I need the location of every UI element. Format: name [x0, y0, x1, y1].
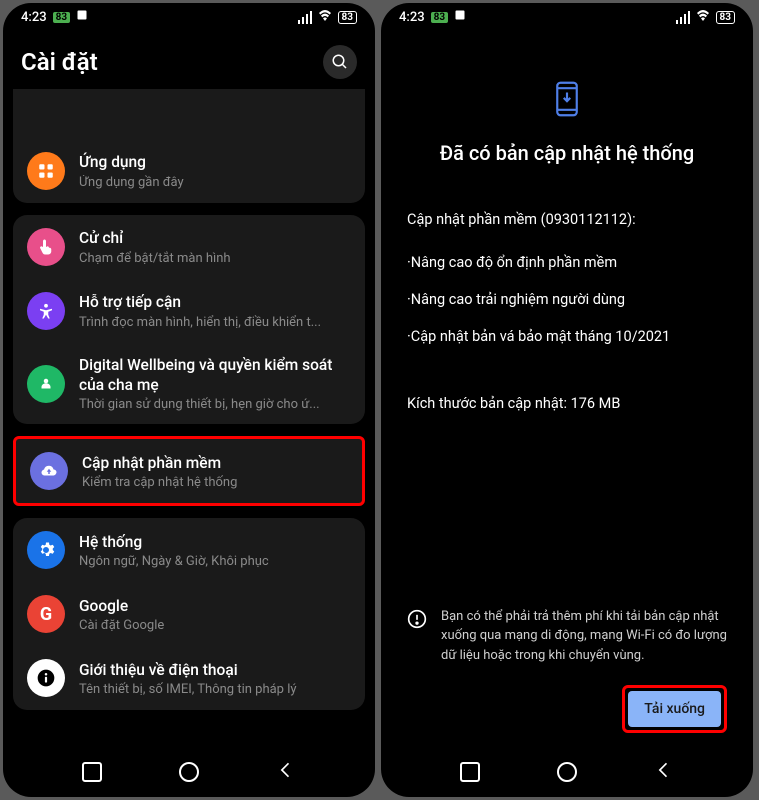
item-title: Giới thiệu về điện thoại — [79, 660, 351, 680]
item-subtitle: Ngôn ngữ, Ngày & Giờ, Khôi phục — [79, 554, 351, 569]
item-title: Ứng dụng — [79, 152, 351, 172]
system-icon — [27, 531, 65, 569]
nav-recent-button[interactable] — [460, 762, 480, 782]
nav-back-button[interactable] — [276, 760, 296, 784]
gesture-icon — [27, 228, 65, 266]
update-screen: Đã có bản cập nhật hệ thống Cập nhật phầ… — [381, 31, 753, 747]
accessibility-icon — [27, 292, 65, 330]
settings-list[interactable]: ... Ứng dụng Ứng dụng gần đây Cử chỉ — [3, 89, 375, 747]
update-title: Đã có bản cập nhật hệ thống — [407, 141, 727, 165]
warning-message: Bạn có thể phải trả thêm phí khi tải bản… — [407, 607, 727, 666]
item-title: Cử chỉ — [79, 228, 351, 248]
item-title: Hỗ trợ tiếp cận — [79, 292, 351, 312]
page-title: Cài đặt — [21, 48, 98, 76]
settings-header: Cài đặt — [3, 31, 375, 89]
status-bar: 4:23 83 83 — [381, 3, 753, 31]
phone-left-settings: 4:23 83 83 Cài đặt ... — [3, 3, 375, 797]
item-subtitle: Chạm để bật/tắt màn hình — [79, 251, 351, 266]
list-item-software-update[interactable]: Cập nhật phần mềm Kiểm tra cập nhật hệ t… — [16, 439, 362, 503]
wellbeing-icon — [27, 365, 65, 403]
battery-icon: 83 — [716, 11, 735, 24]
item-subtitle: Thời gian sử dụng thiết bị, hẹn giờ cho … — [79, 397, 351, 412]
list-item-system[interactable]: Hệ thống Ngôn ngữ, Ngày & Giờ, Khôi phục — [13, 518, 365, 582]
download-button[interactable]: Tải xuống — [628, 691, 721, 727]
nav-home-button[interactable] — [557, 762, 577, 782]
status-badge: 83 — [431, 12, 448, 23]
item-title: Cập nhật phần mềm — [82, 453, 348, 473]
status-time: 4:23 — [399, 10, 425, 25]
item-subtitle: Cài đặt Google — [79, 618, 351, 633]
list-item-about-phone[interactable]: Giới thiệu về điện thoại Tên thiết bị, s… — [13, 646, 365, 710]
apps-icon — [27, 152, 65, 190]
gallery-icon — [76, 9, 88, 25]
warning-text: Bạn có thể phải trả thêm phí khi tải bản… — [441, 607, 727, 666]
list-item-accessibility[interactable]: Hỗ trợ tiếp cận Trình đọc màn hình, hiển… — [13, 279, 365, 343]
update-changelog: ·Nâng cao độ ổn định phần mềm ·Nâng cao … — [407, 254, 727, 365]
wifi-icon — [317, 9, 333, 25]
changelog-item: ·Cập nhật bản vá bảo mật tháng 10/2021 — [407, 328, 727, 345]
signal-icon — [676, 11, 690, 24]
google-icon: G — [27, 595, 65, 633]
phone-right-update: 4:23 83 83 Đã có bản cập nhật hệ thống C… — [381, 3, 753, 797]
item-subtitle: Ứng dụng gần đây — [79, 175, 351, 190]
nav-recent-button[interactable] — [82, 762, 102, 782]
status-bar: 4:23 83 83 — [3, 3, 375, 31]
status-badge: 83 — [53, 12, 70, 23]
item-title: Hệ thống — [79, 532, 351, 552]
signal-icon — [298, 11, 312, 24]
info-icon — [27, 659, 65, 697]
item-subtitle: Kiểm tra cập nhật hệ thống — [82, 475, 348, 490]
changelog-item: ·Nâng cao trải nghiệm người dùng — [407, 291, 727, 308]
nav-bar — [381, 747, 753, 797]
update-icon — [30, 452, 68, 490]
nav-home-button[interactable] — [179, 762, 199, 782]
item-title: Digital Wellbeing và quyền kiểm soát của… — [79, 355, 351, 395]
update-version: Cập nhật phần mềm (0930112112): — [407, 211, 727, 228]
update-size: Kích thước bản cập nhật: 176 MB — [407, 395, 727, 412]
warning-icon — [407, 609, 427, 629]
list-item-google[interactable]: G Google Cài đặt Google — [13, 582, 365, 646]
changelog-item: ·Nâng cao độ ổn định phần mềm — [407, 254, 727, 271]
gallery-icon — [454, 9, 466, 25]
highlight-download: Tải xuống — [622, 685, 727, 733]
highlight-software-update: Cập nhật phần mềm Kiểm tra cập nhật hệ t… — [13, 436, 365, 506]
status-time: 4:23 — [21, 10, 47, 25]
item-subtitle: Tên thiết bị, số IMEI, Thông tin pháp lý — [79, 682, 351, 697]
battery-icon: 83 — [338, 11, 357, 24]
item-title: Google — [79, 596, 351, 616]
list-item-wellbeing[interactable]: Digital Wellbeing và quyền kiểm soát của… — [13, 343, 365, 424]
list-item-apps[interactable]: Ứng dụng Ứng dụng gần đây — [13, 139, 365, 203]
wifi-icon — [695, 9, 711, 25]
list-item-partial[interactable]: ... — [13, 89, 365, 139]
list-item-gesture[interactable]: Cử chỉ Chạm để bật/tắt màn hình — [13, 215, 365, 279]
item-subtitle: Trình đọc màn hình, hiển thị, điều khiển… — [79, 315, 351, 330]
download-phone-icon — [554, 81, 580, 121]
nav-back-button[interactable] — [654, 760, 674, 784]
nav-bar — [3, 747, 375, 797]
search-button[interactable] — [323, 45, 357, 79]
search-icon — [331, 53, 349, 71]
